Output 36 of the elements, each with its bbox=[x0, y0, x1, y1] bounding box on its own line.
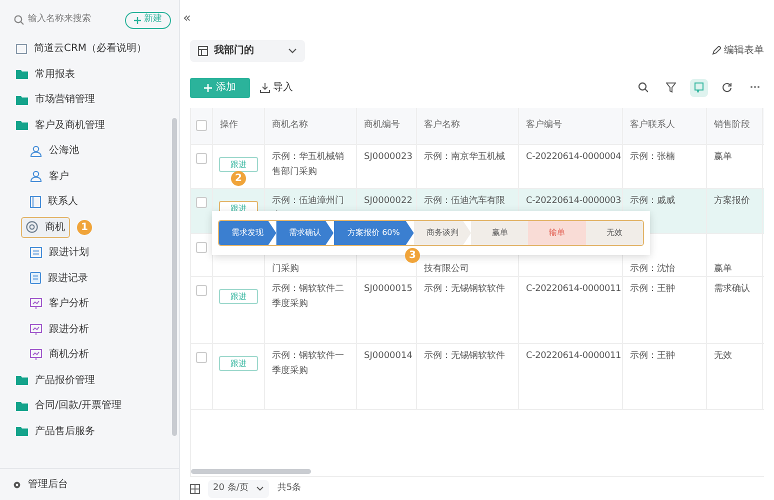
column-header: 商机名称 bbox=[272, 118, 308, 132]
table-cell: SJ0000015 bbox=[364, 284, 412, 294]
column-header: 商机编号 bbox=[364, 118, 400, 132]
table-cell: C-20220614-0000004 bbox=[526, 152, 622, 162]
table-cell: 需求确认 bbox=[714, 284, 750, 294]
table-cell: 示例：王翀 bbox=[630, 284, 675, 294]
table-cell: SJ0000014 bbox=[364, 350, 412, 361]
table-cell: 技有限公司 bbox=[424, 264, 469, 274]
table-cell: SJ0000022 bbox=[364, 196, 412, 206]
table-cell: 示例：华五机械销售部门采购 bbox=[272, 152, 344, 177]
column-header: 销售阶段 bbox=[714, 118, 750, 132]
table-cell: 示例：南京华五机械 bbox=[424, 152, 505, 162]
table-cell: 示例：无锡钢软软件 bbox=[424, 284, 505, 294]
table-cell: 示例：钢软软件一季度采购 bbox=[272, 350, 344, 376]
table-cell: 示例：王翀 bbox=[630, 350, 675, 361]
table-cell: C-20220614-0000011 bbox=[526, 284, 622, 294]
column-header: 客户名称 bbox=[424, 118, 460, 132]
table-cell: 方案报价 bbox=[714, 196, 750, 206]
total-count: 共5条 bbox=[277, 482, 302, 495]
table-cell: 示例：伍迪汽车有限 bbox=[424, 196, 505, 206]
table-cell: C-20220614-0000003 bbox=[526, 196, 622, 206]
column-header: 操作 bbox=[220, 118, 238, 132]
table-cell: 示例：沈怡 bbox=[630, 264, 675, 274]
table-cell: 无效 bbox=[714, 350, 732, 361]
table-cell: 赢单 bbox=[714, 264, 732, 274]
table-cell: 示例：钢软软件二季度采购 bbox=[272, 284, 344, 309]
table-cell: 赢单 bbox=[714, 152, 732, 162]
table-cell: 示例：张楠 bbox=[630, 152, 675, 162]
table-cell: C-20220614-0000011 bbox=[526, 350, 622, 361]
table-cell: SJ0000023 bbox=[364, 152, 412, 162]
column-header: 客户编号 bbox=[526, 118, 562, 132]
table-cell: 门采购 bbox=[272, 264, 299, 274]
column-header: 客户联系人 bbox=[630, 118, 675, 132]
table-cell: 示例：无锡钢软软件 bbox=[424, 350, 505, 361]
step-badge: 1 bbox=[77, 220, 92, 235]
table-cell: 示例：戚威 bbox=[630, 196, 675, 206]
